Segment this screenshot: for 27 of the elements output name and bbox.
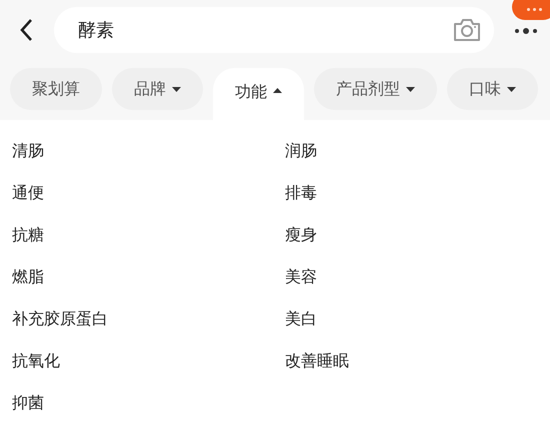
more-icon[interactable] <box>514 28 538 34</box>
option-item[interactable]: 润肠 <box>285 140 317 162</box>
search-field[interactable]: 酵素 <box>54 7 494 53</box>
caret-down-icon <box>406 86 415 92</box>
caret-up-icon <box>273 88 282 92</box>
option-item[interactable]: 补充胶原蛋白 <box>12 308 108 330</box>
filter-tab[interactable]: 品牌 <box>112 68 203 110</box>
back-icon[interactable] <box>19 18 33 42</box>
filter-tab[interactable]: 产品剂型 <box>314 68 437 110</box>
option-item[interactable]: 美容 <box>285 266 317 288</box>
option-item[interactable]: 清肠 <box>12 140 44 162</box>
option-item[interactable]: 抗氧化 <box>12 350 60 372</box>
option-item[interactable]: 瘦身 <box>285 224 317 246</box>
filter-tab[interactable]: 口味 <box>447 68 538 110</box>
option-item[interactable]: 抑菌 <box>12 392 44 414</box>
option-item[interactable]: 改善睡眠 <box>285 350 349 372</box>
search-text: 酵素 <box>78 18 115 42</box>
option-item[interactable]: 美白 <box>285 308 317 330</box>
option-item[interactable]: 通便 <box>12 182 44 204</box>
caret-down-icon <box>172 86 181 92</box>
option-item[interactable]: 抗糖 <box>12 224 44 246</box>
option-item[interactable]: 排毒 <box>285 182 317 204</box>
filter-tab[interactable]: 功能 <box>213 68 304 120</box>
camera-icon[interactable] <box>452 17 482 43</box>
option-item[interactable]: 燃脂 <box>12 266 44 288</box>
caret-down-icon <box>507 86 516 92</box>
filter-tab[interactable]: 聚划算 <box>10 68 102 110</box>
